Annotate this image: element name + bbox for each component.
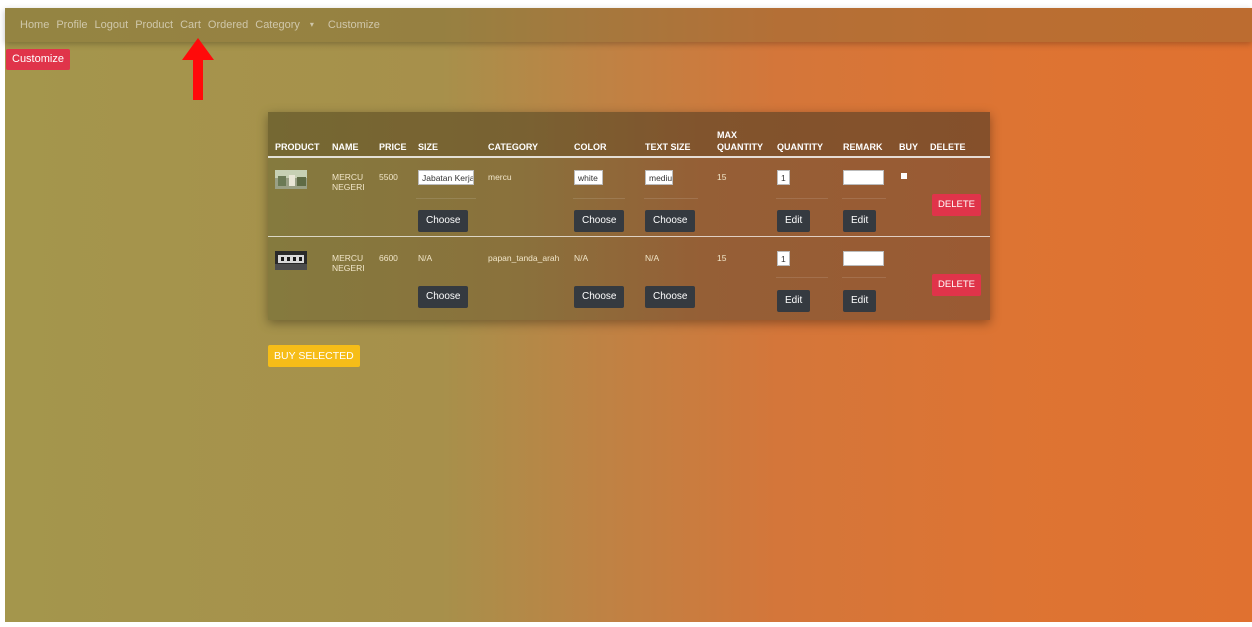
row-name-line2: NEGERI: [332, 182, 365, 192]
remark-field[interactable]: [843, 251, 884, 266]
header-category: CATEGORY: [488, 142, 539, 152]
header-name: NAME: [332, 142, 359, 152]
text-size-field[interactable]: mediu: [645, 170, 673, 185]
divider: [776, 198, 828, 199]
size-choose-button[interactable]: Choose: [418, 210, 469, 232]
text-size-choose-button[interactable]: Choose: [645, 210, 696, 232]
header-text-size: TEXT SIZE: [645, 142, 691, 152]
nav-customize[interactable]: Customize: [328, 19, 380, 31]
quantity-field[interactable]: 1: [777, 251, 790, 266]
nav-profile[interactable]: Profile: [56, 19, 87, 31]
header-price: PRICE: [379, 142, 407, 152]
nav-ordered[interactable]: Ordered: [208, 19, 248, 31]
product-thumbnail: [275, 170, 307, 189]
divider: [842, 198, 886, 199]
navbar: Home Profile Logout Product Cart Ordered…: [5, 8, 1252, 42]
quantity-edit-button[interactable]: Edit: [777, 210, 811, 232]
divider: [644, 198, 698, 199]
divider: [416, 198, 476, 199]
remark-field[interactable]: [843, 170, 884, 185]
nav-home[interactable]: Home: [20, 19, 49, 31]
divider: [573, 198, 625, 199]
buy-selected-button[interactable]: BUY SELECTED: [268, 345, 360, 367]
row-max-quantity: 15: [717, 253, 727, 263]
header-delete: DELETE: [930, 142, 966, 152]
row-text-size: N/A: [645, 253, 660, 263]
row-price: 6600: [379, 253, 398, 263]
buy-checkbox[interactable]: [901, 173, 907, 179]
nav-category[interactable]: Category ▾: [255, 19, 321, 31]
header-size: SIZE: [418, 142, 439, 152]
quantity-field[interactable]: 1: [777, 170, 790, 185]
cart-table: PRODUCT NAME PRICE SIZE CATEGORY COLOR T…: [268, 112, 990, 320]
row-divider: [268, 236, 990, 237]
delete-button[interactable]: DELETE: [932, 274, 981, 296]
header-max-quantity-line1: MAX: [717, 130, 737, 140]
remark-edit-button[interactable]: Edit: [843, 210, 877, 232]
product-thumbnail: [275, 251, 307, 270]
row-max-quantity: 15: [717, 172, 727, 182]
nav-product[interactable]: Product: [135, 19, 173, 31]
table-header: PRODUCT NAME PRICE SIZE CATEGORY COLOR T…: [268, 112, 990, 158]
size-choose-button[interactable]: Choose: [418, 286, 469, 308]
row-name-line1: MERCU: [332, 172, 364, 182]
header-product: PRODUCT: [275, 142, 320, 152]
nav-cart[interactable]: Cart: [180, 19, 201, 31]
quantity-edit-button[interactable]: Edit: [777, 290, 811, 312]
size-field[interactable]: Jabatan Kerja: [418, 170, 474, 185]
row-name-line1: MERCU: [332, 253, 364, 263]
delete-button[interactable]: DELETE: [932, 194, 981, 216]
red-arrow-annotation: [182, 38, 214, 100]
row-category: mercu: [488, 172, 512, 182]
row-price: 5500: [379, 172, 398, 182]
text-size-choose-button[interactable]: Choose: [645, 286, 696, 308]
remark-edit-button[interactable]: Edit: [843, 290, 877, 312]
divider: [776, 277, 828, 278]
customize-button[interactable]: Customize: [6, 49, 70, 70]
row-color: N/A: [574, 253, 589, 263]
page-frame: Home Profile Logout Product Cart Ordered…: [5, 8, 1252, 622]
nav-logout[interactable]: Logout: [95, 19, 129, 31]
row-size: N/A: [418, 253, 433, 263]
color-choose-button[interactable]: Choose: [574, 210, 625, 232]
header-quantity: QUANTITY: [777, 142, 823, 152]
nav-menu: Home Profile Logout Product Cart Ordered…: [20, 19, 387, 31]
color-field[interactable]: white: [574, 170, 603, 185]
header-remark: REMARK: [843, 142, 883, 152]
row-category: papan_tanda_arah: [488, 253, 560, 263]
divider: [842, 277, 886, 278]
row-name-line2: NEGERI: [332, 263, 365, 273]
header-buy: BUY: [899, 142, 919, 152]
header-color: COLOR: [574, 142, 607, 152]
chevron-down-icon: ▾: [309, 20, 314, 29]
header-max-quantity-line2: QUANTITY: [717, 142, 763, 152]
color-choose-button[interactable]: Choose: [574, 286, 625, 308]
nav-category-label: Category: [255, 19, 300, 31]
